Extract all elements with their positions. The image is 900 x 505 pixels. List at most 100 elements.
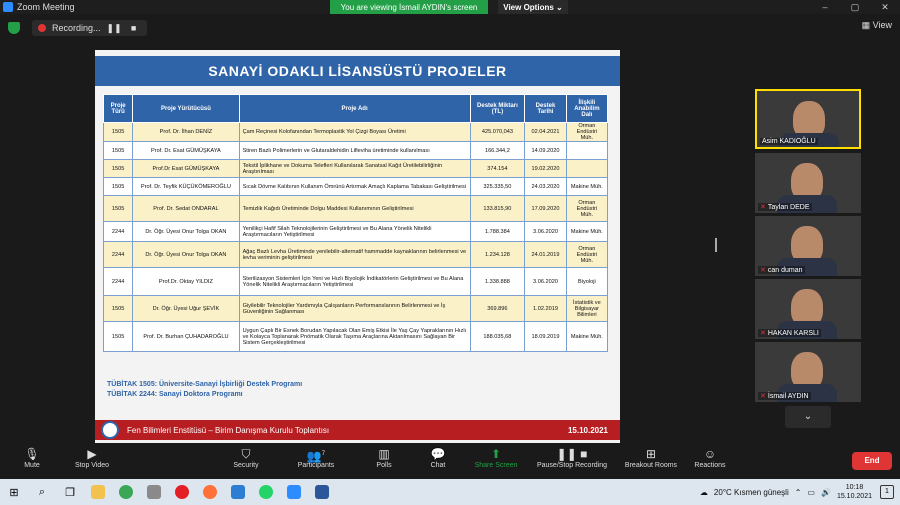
share-screen-button[interactable]: ⬆ Share Screen (464, 446, 528, 469)
windows-start-icon[interactable]: ⊞ (0, 479, 28, 505)
participant-tile[interactable]: ✕ HAKAN KARSLI (755, 279, 861, 339)
network-icon[interactable]: ▭ (807, 488, 815, 497)
whatsapp-icon[interactable] (252, 479, 280, 505)
breakout-rooms-button[interactable]: ⊞ Breakout Rooms (618, 446, 684, 469)
stop-video-button[interactable]: ▶ Stop Video (60, 446, 124, 469)
stop-video-label: Stop Video (74, 462, 110, 469)
slide-bottom-date: 15.10.2021 (567, 425, 608, 435)
reactions-button[interactable]: ☺ Reactions (678, 446, 742, 469)
table-cell: 188.035,68 (469, 321, 526, 352)
media-player-icon[interactable] (140, 479, 168, 505)
scroll-down-button[interactable]: ⌄ (785, 406, 831, 428)
participant-name: Asim KADIOĞLU (760, 138, 818, 145)
tray-arrow-icon[interactable]: ⌃ (795, 488, 802, 497)
table-cell (565, 159, 609, 178)
table-cell: 24.01.2019 (524, 241, 567, 268)
share-screen-icon: ⬆ (490, 447, 502, 461)
panel-resize-handle[interactable] (715, 238, 717, 252)
security-button[interactable]: ⛉ Security (214, 446, 278, 469)
microphone-icon: 🎙 (24, 447, 40, 461)
word-icon[interactable] (308, 479, 336, 505)
remote-desktop-icon[interactable] (224, 479, 252, 505)
opera-icon[interactable] (168, 479, 196, 505)
footnote-1505: TÜBİTAK 1505: Üniversite-Sanayi İşbirliğ… (107, 381, 303, 388)
table-row: 2244 Prof.Dr. Oktay YILDIZ Sterilizasyon S… (102, 267, 609, 296)
viewing-banner: You are viewing İsmail AYDIN's screen (330, 0, 488, 14)
table-cell: 2244 (102, 241, 134, 268)
projects-table: Proje Türü Proje Yürütücüsü Proje Adı De… (102, 94, 609, 352)
pause-stop-recording-button[interactable]: ❚❚ ■ Pause/Stop Recording (530, 446, 614, 469)
volume-icon[interactable]: 🔊 (821, 488, 831, 497)
chat-label: Chat (430, 462, 446, 469)
table-row: 1505 Prof. Dr. İlhan DENİZ Çam Reçinesi Ko… (102, 122, 609, 142)
share-screen-label: Share Screen (474, 462, 518, 469)
table-row: 1505 Dr. Öğr. Üyesi Uğur ŞEVİK Giyilebilir… (102, 295, 609, 322)
footnote-2244: TÜBİTAK 2244: Sanayi Doktora Programı (107, 391, 243, 398)
table-cell: Orman Endüstri Müh. (565, 241, 609, 268)
table-cell: Prof. Dr. Sedat ONDARAL (132, 195, 240, 222)
weather-text[interactable]: 20°C Kısmen güneşli (714, 488, 789, 497)
table-cell: Sıcak Dövme Kalıbının Kullanım Ömrünü Ar… (238, 177, 471, 196)
table-cell: Ağaç Bazlı Levha Üretiminde yenilebilir-… (238, 241, 471, 268)
task-view-icon[interactable]: ❐ (56, 479, 84, 505)
table-cell: 2244 (102, 221, 134, 242)
participant-name: Taylan DEDE (767, 204, 810, 211)
clock[interactable]: 10:18 15.10.2021 (837, 483, 872, 501)
table-header: Proje Türü (102, 94, 134, 123)
table-header-row: Proje Türü Proje Yürütücüsü Proje Adı De… (102, 94, 609, 123)
table-row: 1505 Prof. Dr. Sedat ONDARAL Temizlik Kağı… (102, 195, 609, 222)
table-cell: 1505 (102, 177, 134, 196)
table-cell: Tekstil İplikhane ve Dokuma Telefleri Ku… (238, 159, 471, 178)
stop-recording-icon[interactable]: ■ (127, 22, 141, 34)
mute-button[interactable]: 🎙 Mute (0, 446, 64, 469)
participants-icon: 👥7 (306, 449, 326, 463)
participants-button[interactable]: 👥7 Participants (284, 446, 348, 469)
chat-button[interactable]: 💬 Chat (406, 446, 470, 469)
table-cell: 19.02.2020 (524, 159, 567, 178)
encryption-shield-icon[interactable] (8, 22, 20, 34)
table-cell: Biyoloji (565, 267, 609, 296)
participants-label: Participants (297, 462, 335, 469)
file-explorer-icon[interactable] (84, 479, 112, 505)
close-icon[interactable]: ✕ (870, 0, 900, 14)
participants-count: 7 (321, 451, 326, 457)
window-title: Zoom Meeting (17, 2, 75, 12)
participant-tile[interactable]: ✕ İsmail AYDIN (755, 342, 861, 402)
table-cell: Prof.Dr. Oktay YILDIZ (132, 267, 240, 296)
view-options-button[interactable]: View Options ⌄ (498, 0, 568, 14)
university-logo-icon (101, 421, 119, 439)
table-cell: Makine Müh. (565, 221, 609, 242)
shared-screen: SANAYİ ODAKLI LİSANSÜSTÜ PROJELER Proje … (95, 50, 620, 443)
minimize-icon[interactable]: – (810, 0, 840, 14)
table-cell: 425.070,043 (469, 122, 526, 142)
table-cell: Prof.Dr Esat GÜMÜŞKAYA (132, 159, 240, 178)
view-layout-button[interactable]: ▦ View (862, 20, 892, 31)
table-header: Proje Adı (238, 94, 471, 123)
participant-label: ✕ Taylan DEDE (758, 203, 812, 211)
table-cell: Prof. Dr. Burhan ÇUHADAROĞLU (132, 321, 240, 352)
notification-icon[interactable]: 1 (880, 485, 894, 499)
table-cell: Temizlik Kağıdı Üretiminde Dolgu Maddesi… (238, 195, 471, 222)
participant-tile[interactable]: ✕ can duman (755, 216, 861, 276)
table-cell: 166.344,2 (469, 141, 526, 160)
table-cell: 24.03.2020 (524, 177, 567, 196)
search-icon[interactable]: ⌕ (28, 479, 56, 505)
meeting-toolbar: 🎙 Mute ▶ Stop Video ⛉ Security 👥7 Partic… (0, 443, 900, 479)
participant-tile[interactable]: ✕ Taylan DEDE (755, 153, 861, 213)
maximize-icon[interactable]: ▢ (840, 0, 870, 14)
participant-tile[interactable]: Asim KADIOĞLU (755, 89, 861, 149)
pause-recording-icon[interactable]: ❚❚ (107, 22, 122, 34)
firefox-icon[interactable] (196, 479, 224, 505)
zoom-taskbar-icon[interactable] (280, 479, 308, 505)
table-cell: 3.06.2020 (524, 221, 567, 242)
end-meeting-button[interactable]: End (852, 452, 892, 470)
table-cell: 18.09.2019 (524, 321, 567, 352)
table-cell: Uygun Çaplı Bir Esnek Borudan Yapılacak … (238, 321, 471, 352)
table-cell: 14.09.2020 (524, 141, 567, 160)
shield-icon: ⛉ (241, 447, 251, 461)
table-row: 2244 Dr. Öğr. Üyesi Onur Tolga OKAN Ağaç B… (102, 241, 609, 268)
smiley-icon: ☺ (703, 447, 717, 461)
table-cell: 2244 (102, 267, 134, 296)
recording-bar: Recording... ❚❚ ■ ▦ View (0, 17, 900, 39)
chrome-icon[interactable] (112, 479, 140, 505)
